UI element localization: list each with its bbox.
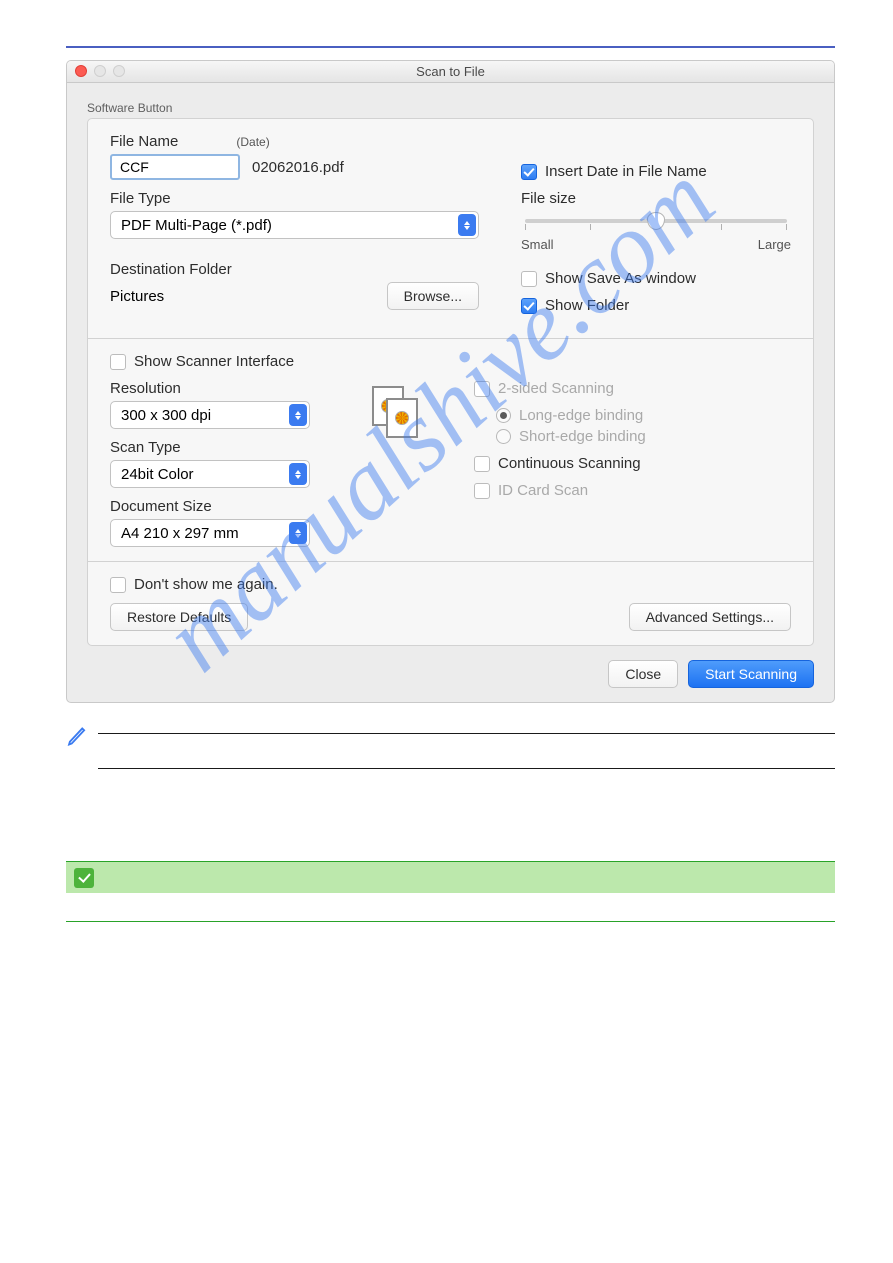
minimize-window-icon xyxy=(94,65,106,77)
long-edge-radio[interactable] xyxy=(496,408,511,423)
dialog-window: Scan to File Software Button File Name (… xyxy=(66,60,835,703)
file-size-slider[interactable] xyxy=(525,219,787,223)
close-button[interactable]: Close xyxy=(608,660,678,688)
preview-thumbnails-icon xyxy=(372,386,422,442)
resolution-value: 300 x 300 dpi xyxy=(121,407,211,424)
file-name-suffix: 02062016.pdf xyxy=(252,159,344,176)
select-arrow-icon xyxy=(289,404,307,426)
slider-large-label: Large xyxy=(758,237,791,252)
slider-small-label: Small xyxy=(521,237,554,252)
insert-date-label: Insert Date in File Name xyxy=(545,163,707,180)
related-info-banner xyxy=(66,861,835,893)
show-scanner-interface-label: Show Scanner Interface xyxy=(134,353,294,370)
settings-panel: File Name (Date) 02062016.pdf File Type … xyxy=(87,118,814,646)
document-size-label: Document Size xyxy=(110,498,320,515)
continuous-scanning-checkbox[interactable] xyxy=(474,456,490,472)
start-scanning-button[interactable]: Start Scanning xyxy=(688,660,814,688)
scan-type-label: Scan Type xyxy=(110,439,320,456)
show-folder-label: Show Folder xyxy=(545,297,629,314)
show-scanner-interface-checkbox[interactable] xyxy=(110,354,126,370)
date-label: (Date) xyxy=(236,135,269,149)
tab-software-button[interactable]: Software Button xyxy=(87,101,814,115)
continuous-scanning-label: Continuous Scanning xyxy=(498,455,641,472)
file-name-label: File Name xyxy=(110,133,178,150)
destination-folder-label: Destination Folder xyxy=(110,261,479,278)
resolution-select[interactable]: 300 x 300 dpi xyxy=(110,401,310,429)
zoom-window-icon xyxy=(113,65,125,77)
document-size-value: A4 210 x 297 mm xyxy=(121,525,239,542)
show-folder-checkbox[interactable] xyxy=(521,298,537,314)
select-arrow-icon xyxy=(289,463,307,485)
show-save-as-label: Show Save As window xyxy=(545,270,696,287)
file-name-input[interactable] xyxy=(110,154,240,180)
id-card-scan-label: ID Card Scan xyxy=(498,482,588,499)
insert-date-checkbox[interactable] xyxy=(521,164,537,180)
show-save-as-checkbox[interactable] xyxy=(521,271,537,287)
document-size-select[interactable]: A4 210 x 297 mm xyxy=(110,519,310,547)
select-arrow-icon xyxy=(289,522,307,544)
file-type-select[interactable]: PDF Multi-Page (*.pdf) xyxy=(110,211,479,239)
file-type-value: PDF Multi-Page (*.pdf) xyxy=(121,217,272,234)
short-edge-radio[interactable] xyxy=(496,429,511,444)
browse-button[interactable]: Browse... xyxy=(387,282,479,310)
long-edge-label: Long-edge binding xyxy=(519,407,643,424)
scan-type-select[interactable]: 24bit Color xyxy=(110,460,310,488)
resolution-label: Resolution xyxy=(110,380,320,397)
file-size-label: File size xyxy=(521,190,791,207)
scan-type-value: 24bit Color xyxy=(121,466,194,483)
titlebar: Scan to File xyxy=(67,61,834,83)
select-arrow-icon xyxy=(458,214,476,236)
check-icon xyxy=(74,868,94,888)
window-title: Scan to File xyxy=(416,64,485,79)
dont-show-again-label: Don't show me again. xyxy=(134,576,278,593)
advanced-settings-button[interactable]: Advanced Settings... xyxy=(629,603,791,631)
two-sided-checkbox[interactable] xyxy=(474,381,490,397)
dont-show-again-checkbox[interactable] xyxy=(110,577,126,593)
restore-defaults-button[interactable]: Restore Defaults xyxy=(110,603,248,631)
two-sided-label: 2-sided Scanning xyxy=(498,380,614,397)
close-window-icon[interactable] xyxy=(75,65,87,77)
id-card-scan-checkbox[interactable] xyxy=(474,483,490,499)
short-edge-label: Short-edge binding xyxy=(519,428,646,445)
pencil-icon xyxy=(66,725,89,748)
destination-folder-value: Pictures xyxy=(110,288,375,305)
file-type-label: File Type xyxy=(110,190,479,207)
